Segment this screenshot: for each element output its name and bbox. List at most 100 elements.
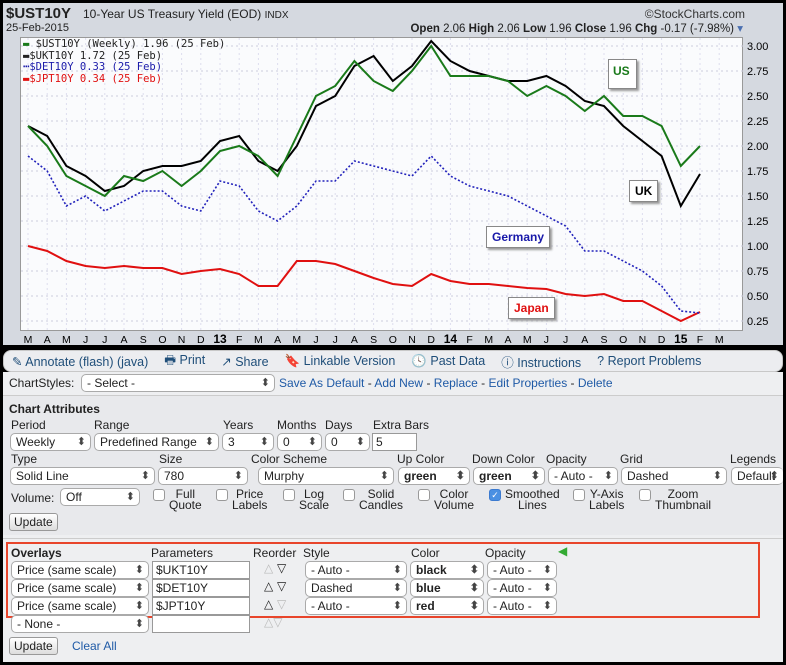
add-new-link[interactable]: Add New: [374, 376, 423, 390]
move-up-icon[interactable]: △: [264, 561, 273, 575]
x-tick-label: J: [102, 334, 107, 345]
x-tick-label: D: [427, 334, 435, 345]
move-down-icon[interactable]: ▽: [277, 579, 286, 593]
linkable-version-link[interactable]: 🔖 Linkable Version: [285, 354, 396, 369]
reorder-header: Reorder: [253, 546, 297, 560]
overlay-style-select[interactable]: - Auto -: [305, 597, 407, 615]
legends-select[interactable]: Default: [731, 467, 783, 485]
series-line-det10y: [27, 154, 701, 314]
overlay-type-select[interactable]: Price (same scale): [11, 561, 149, 579]
overlay-opacity-select[interactable]: - Auto -: [487, 561, 557, 579]
checkbox[interactable]: [153, 489, 165, 501]
volume-select[interactable]: Off: [60, 488, 140, 506]
grid-label: Grid: [620, 452, 643, 466]
days-select[interactable]: 0: [325, 433, 370, 451]
move-up-icon[interactable]: △: [264, 579, 273, 593]
move-down-icon[interactable]: ▽: [277, 561, 286, 575]
attributes-update-button[interactable]: Update: [9, 513, 58, 531]
overlay-type-select[interactable]: Price (same scale): [11, 579, 149, 597]
period-label: Period: [11, 418, 46, 432]
x-tick-label: J: [83, 334, 88, 345]
annotation-us: US: [608, 59, 637, 89]
collapse-arrow-icon[interactable]: ◀: [558, 544, 567, 558]
x-tick-label: M: [254, 334, 263, 345]
chartstyles-select[interactable]: - Select -: [81, 374, 275, 392]
months-select[interactable]: 0: [277, 433, 322, 451]
type-select[interactable]: Solid Line: [10, 467, 155, 485]
x-tick-label: J: [333, 334, 338, 345]
overlay-param-input[interactable]: $DET10Y: [152, 579, 250, 597]
y-tick-label: 3.00: [747, 41, 768, 53]
y-tick-label: 1.00: [747, 241, 768, 253]
overlays-update-button[interactable]: Update: [9, 637, 58, 655]
down-color-select[interactable]: green: [473, 467, 545, 485]
legends-label: Legends: [730, 452, 777, 466]
checkbox[interactable]: [639, 489, 651, 501]
clear-all-link[interactable]: Clear All: [72, 639, 117, 653]
annotate-link[interactable]: ✎ Annotate (flash) (java): [12, 354, 148, 369]
checkbox[interactable]: [283, 489, 295, 501]
overlay-opacity-select[interactable]: - Auto -: [487, 597, 557, 615]
type-label: Type: [11, 452, 38, 466]
checkbox[interactable]: ✓: [489, 489, 501, 501]
x-tick-label: F: [236, 334, 242, 345]
y-tick-label: 2.75: [747, 66, 768, 78]
x-tick-label: M: [484, 334, 493, 345]
extra-bars-input[interactable]: 5: [372, 433, 417, 451]
overlay-color-select[interactable]: blue: [410, 579, 484, 597]
overlay-opacity-select[interactable]: - Auto -: [487, 579, 557, 597]
grid-select[interactable]: Dashed: [621, 467, 727, 485]
chartstyles-links: Save As Default - Add New - Replace - Ed…: [279, 376, 613, 390]
checkbox[interactable]: [216, 489, 228, 501]
overlay-color-select[interactable]: black: [410, 561, 484, 579]
checkbox-label: Y-Axis Labels: [589, 487, 625, 512]
period-select[interactable]: Weekly: [10, 433, 91, 451]
save-as-default-link[interactable]: Save As Default: [279, 376, 364, 390]
series-line-jpt10y: [27, 245, 701, 323]
years-select[interactable]: 3: [222, 433, 274, 451]
move-up-icon[interactable]: △: [264, 597, 273, 611]
replace-link[interactable]: Replace: [434, 376, 478, 390]
edit-properties-link[interactable]: Edit Properties: [488, 376, 567, 390]
x-tick-label: 14: [444, 332, 458, 345]
x-tick-label: M: [292, 334, 301, 345]
move-down-icon[interactable]: ▽: [277, 597, 286, 611]
x-tick-label: M: [715, 334, 724, 345]
overlay-param-input[interactable]: $UKT10Y: [152, 561, 250, 579]
checkbox-label: Full Quote: [169, 487, 202, 512]
delete-link[interactable]: Delete: [578, 376, 613, 390]
x-tick-label: 13: [213, 332, 227, 345]
print-link[interactable]: 🖶 Print: [164, 351, 205, 372]
overlay-style-select[interactable]: - Auto -: [305, 561, 407, 579]
color-scheme-select[interactable]: Murphy: [258, 467, 394, 485]
checkbox[interactable]: [573, 489, 585, 501]
y-tick-label: 0.75: [747, 266, 768, 278]
extra-bars-label: Extra Bars: [373, 418, 430, 432]
x-tick-label: O: [619, 334, 627, 345]
overlay-param-input[interactable]: $JPT10Y: [152, 597, 250, 615]
checkbox[interactable]: [418, 489, 430, 501]
size-label: Size: [159, 452, 183, 466]
x-tick-label: F: [466, 334, 472, 345]
overlay-color-select[interactable]: red: [410, 597, 484, 615]
overlay-type-select[interactable]: Price (same scale): [11, 597, 149, 615]
instructions-link[interactable]: ⓘ Instructions: [501, 352, 581, 371]
checkbox-label: Smoothed Lines: [505, 487, 560, 512]
range-select[interactable]: Predefined Range: [94, 433, 219, 451]
size-select[interactable]: 780: [158, 467, 248, 485]
checkbox[interactable]: [343, 489, 355, 501]
checkbox-label: Log Scale: [299, 487, 330, 512]
overlay-type-select-empty[interactable]: - None -: [11, 615, 149, 633]
past-data-link[interactable]: 🕓 Past Data: [411, 354, 485, 369]
opacity-select[interactable]: - Auto -: [548, 467, 618, 485]
reorder-arrows-icon: △▽: [264, 615, 283, 629]
report-problems-link[interactable]: ? Report Problems: [597, 354, 701, 368]
overlay-style-select[interactable]: Dashed: [305, 579, 407, 597]
volume-label: Volume:: [11, 491, 55, 505]
y-tick-label: 2.25: [747, 116, 768, 128]
share-link[interactable]: ↗ Share: [221, 354, 268, 369]
months-label: Months: [277, 418, 317, 432]
up-color-select[interactable]: green: [398, 467, 470, 485]
overlay-param-input-empty[interactable]: [152, 615, 250, 633]
settings-panel: ChartStyles: - Select - Save As Default …: [3, 372, 783, 662]
